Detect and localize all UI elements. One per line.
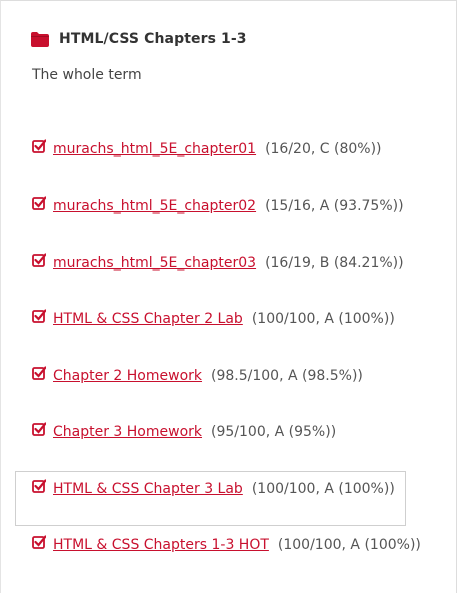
item-grade: (16/19, B (84.21%)) [265,255,404,271]
list-item: HTML & CSS Chapter 3 Lab (100/100, A (10… [32,478,395,500]
check-icon [32,253,46,267]
list-item: Chapter 3 Homework (95/100, A (95%)) [32,421,336,443]
check-icon [32,535,46,549]
list-item: murachs_html_5E_chapter01 (16/20, C (80%… [32,138,382,160]
check-icon [32,422,46,436]
module-title: HTML/CSS Chapters 1-3 [59,31,247,47]
item-link[interactable]: murachs_html_5E_chapter02 [53,198,256,214]
item-link[interactable]: murachs_html_5E_chapter03 [53,255,256,271]
list-item: Chapter 2 Homework (98.5/100, A (98.5%)) [32,365,363,387]
module-panel: HTML/CSS Chapters 1-3 The whole term mur… [0,0,457,593]
item-grade: (100/100, A (100%)) [251,311,395,327]
list-item: HTML & CSS Chapters 1-3 HOT (100/100, A … [32,534,421,556]
module-header: HTML/CSS Chapters 1-3 [31,29,247,49]
item-grade: (100/100, A (100%)) [277,537,421,553]
item-grade: (98.5/100, A (98.5%)) [211,368,363,384]
item-grade: (95/100, A (95%)) [211,424,337,440]
item-link[interactable]: Chapter 3 Homework [53,424,202,440]
list-item: murachs_html_5E_chapter02 (15/16, A (93.… [32,195,404,217]
check-icon [32,196,46,210]
module-description: The whole term [32,67,142,83]
item-link[interactable]: HTML & CSS Chapter 2 Lab [53,311,243,327]
list-item: HTML & CSS Chapter 2 Lab (100/100, A (10… [32,308,395,330]
item-grade: (16/20, C (80%)) [265,141,382,157]
folder-icon [31,31,49,47]
check-icon [32,479,46,493]
item-grade: (15/16, A (93.75%)) [265,198,404,214]
check-icon [32,139,46,153]
list-item: murachs_html_5E_chapter03 (16/19, B (84.… [32,252,404,274]
item-grade: (100/100, A (100%)) [251,481,395,497]
item-link[interactable]: murachs_html_5E_chapter01 [53,141,256,157]
item-link[interactable]: HTML & CSS Chapter 3 Lab [53,481,243,497]
check-icon [32,366,46,380]
item-link[interactable]: Chapter 2 Homework [53,368,202,384]
check-icon [32,309,46,323]
item-link[interactable]: HTML & CSS Chapters 1-3 HOT [53,537,269,553]
